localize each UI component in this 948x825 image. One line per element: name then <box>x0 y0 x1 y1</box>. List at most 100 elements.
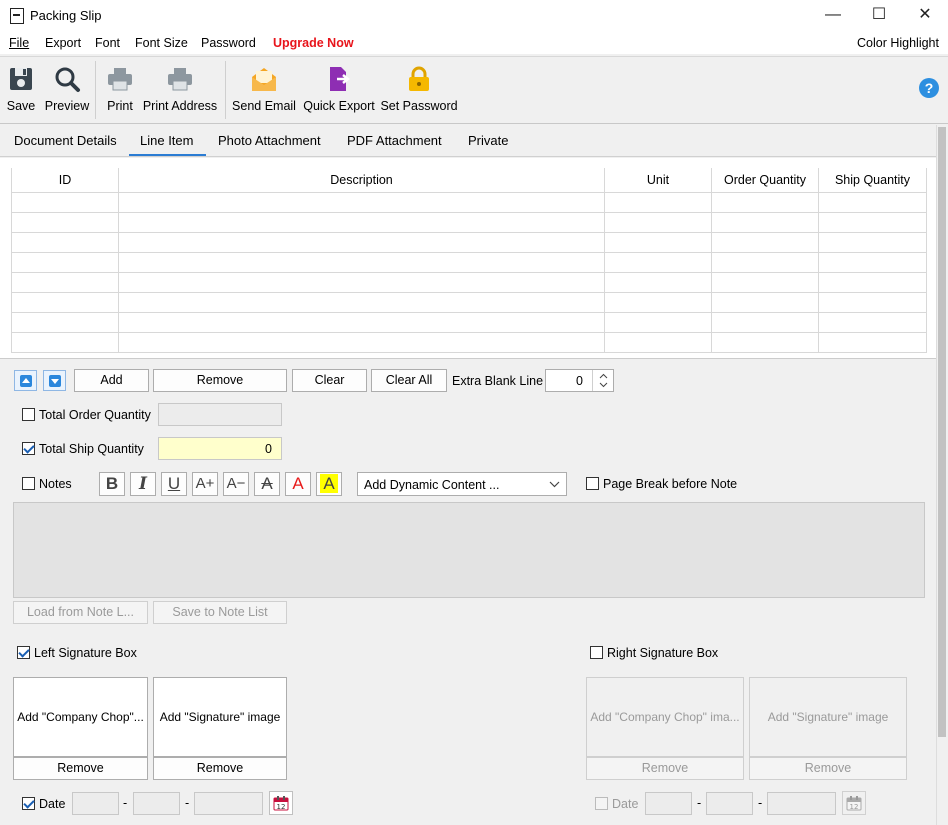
right-signature-box-checkbox[interactable] <box>590 646 603 659</box>
send-email-button[interactable]: Send Email <box>230 57 298 123</box>
table-cell[interactable] <box>604 311 712 333</box>
right-signature-remove-button[interactable]: Remove <box>749 757 907 780</box>
minimize-button[interactable]: — <box>810 0 856 32</box>
column-header-order-quantity[interactable]: Order Quantity <box>711 168 819 193</box>
right-date-day-field[interactable] <box>645 792 692 815</box>
table-cell[interactable] <box>11 271 119 293</box>
right-calendar-button[interactable]: 12 <box>842 791 866 815</box>
table-row[interactable] <box>11 311 927 333</box>
menu-file[interactable]: File <box>9 36 29 50</box>
total-ship-quantity-field[interactable]: 0 <box>158 437 282 460</box>
table-row[interactable] <box>11 211 927 233</box>
notes-textarea[interactable] <box>13 502 925 598</box>
table-cell[interactable] <box>711 251 819 273</box>
table-cell[interactable] <box>11 251 119 273</box>
table-row[interactable] <box>11 191 927 213</box>
table-cell[interactable] <box>604 211 712 233</box>
tab-private[interactable]: Private <box>468 133 508 148</box>
highlight-button[interactable]: A <box>316 472 342 496</box>
font-color-button[interactable]: A <box>285 472 311 496</box>
table-cell[interactable] <box>11 231 119 253</box>
scrollbar-thumb[interactable] <box>938 127 946 737</box>
save-to-note-list-button[interactable]: Save to Note List <box>153 601 287 624</box>
left-calendar-button[interactable]: 12 <box>269 791 293 815</box>
table-cell[interactable] <box>818 311 927 333</box>
print-address-button[interactable]: Print Address <box>142 57 218 123</box>
table-row[interactable] <box>11 251 927 273</box>
menu-font[interactable]: Font <box>95 36 120 50</box>
column-header-id[interactable]: ID <box>11 168 119 193</box>
table-cell[interactable] <box>604 191 712 213</box>
table-cell[interactable] <box>11 191 119 213</box>
increase-font-button[interactable]: A+ <box>192 472 218 496</box>
table-cell[interactable] <box>118 311 605 333</box>
table-cell[interactable] <box>818 211 927 233</box>
table-cell[interactable] <box>604 231 712 253</box>
move-up-button[interactable] <box>14 370 37 391</box>
table-cell[interactable] <box>711 311 819 333</box>
menu-upgrade-now[interactable]: Upgrade Now <box>273 36 354 50</box>
menu-color-highlight[interactable]: Color Highlight <box>857 36 939 50</box>
table-cell[interactable] <box>11 331 119 353</box>
table-row[interactable] <box>11 291 927 313</box>
table-row[interactable] <box>11 331 927 353</box>
table-cell[interactable] <box>818 271 927 293</box>
move-down-button[interactable] <box>43 370 66 391</box>
tab-photo-attachment[interactable]: Photo Attachment <box>218 133 321 148</box>
load-from-note-list-button[interactable]: Load from Note L... <box>13 601 148 624</box>
total-order-quantity-checkbox[interactable] <box>22 408 35 421</box>
add-row-button[interactable]: Add <box>74 369 149 392</box>
clear-all-button[interactable]: Clear All <box>371 369 447 392</box>
right-date-checkbox[interactable] <box>595 797 608 810</box>
left-signature-image-box[interactable]: Add "Signature" image <box>153 677 287 757</box>
menu-password[interactable]: Password <box>201 36 256 50</box>
table-cell[interactable] <box>118 191 605 213</box>
left-date-month-field[interactable] <box>133 792 180 815</box>
left-date-checkbox[interactable] <box>22 797 35 810</box>
remove-row-button[interactable]: Remove <box>153 369 287 392</box>
underline-button[interactable]: U <box>161 472 187 496</box>
table-row[interactable] <box>11 231 927 253</box>
italic-button[interactable]: I <box>130 472 156 496</box>
set-password-button[interactable]: Set Password <box>379 57 459 123</box>
print-button[interactable]: Print <box>102 57 138 123</box>
table-cell[interactable] <box>818 291 927 313</box>
spinner-arrows[interactable] <box>592 370 613 391</box>
right-date-month-field[interactable] <box>706 792 753 815</box>
menu-font-size[interactable]: Font Size <box>135 36 188 50</box>
help-icon[interactable]: ? <box>919 78 939 98</box>
table-cell[interactable] <box>711 231 819 253</box>
page-break-checkbox[interactable] <box>586 477 599 490</box>
table-cell[interactable] <box>711 271 819 293</box>
bold-button[interactable]: B <box>99 472 125 496</box>
clear-button[interactable]: Clear <box>292 369 367 392</box>
table-cell[interactable] <box>118 211 605 233</box>
quick-export-button[interactable]: Quick Export <box>302 57 376 123</box>
total-ship-quantity-checkbox[interactable] <box>22 442 35 455</box>
table-cell[interactable] <box>604 291 712 313</box>
strikethrough-button[interactable]: A <box>254 472 280 496</box>
tab-document-details[interactable]: Document Details <box>14 133 117 148</box>
extra-blank-line-spinner[interactable]: 0 <box>545 369 614 392</box>
table-cell[interactable] <box>118 231 605 253</box>
table-cell[interactable] <box>711 191 819 213</box>
column-header-unit[interactable]: Unit <box>604 168 712 193</box>
table-cell[interactable] <box>118 291 605 313</box>
table-cell[interactable] <box>118 271 605 293</box>
preview-button[interactable]: Preview <box>43 57 91 123</box>
right-date-year-field[interactable] <box>767 792 836 815</box>
menu-export[interactable]: Export <box>45 36 81 50</box>
right-company-chop-box[interactable]: Add "Company Chop" ima... <box>586 677 744 757</box>
table-cell[interactable] <box>711 211 819 233</box>
dynamic-content-dropdown[interactable]: Add Dynamic Content ... <box>357 472 567 496</box>
save-button[interactable]: Save <box>4 57 38 123</box>
table-cell[interactable] <box>604 331 712 353</box>
tab-pdf-attachment[interactable]: PDF Attachment <box>347 133 442 148</box>
left-company-chop-box[interactable]: Add "Company Chop"... <box>13 677 148 757</box>
notes-checkbox[interactable] <box>22 477 35 490</box>
left-date-year-field[interactable] <box>194 792 263 815</box>
right-signature-image-box[interactable]: Add "Signature" image <box>749 677 907 757</box>
table-cell[interactable] <box>11 211 119 233</box>
table-cell[interactable] <box>118 331 605 353</box>
line-item-table[interactable]: ID Description Unit Order Quantity Ship … <box>11 168 927 353</box>
